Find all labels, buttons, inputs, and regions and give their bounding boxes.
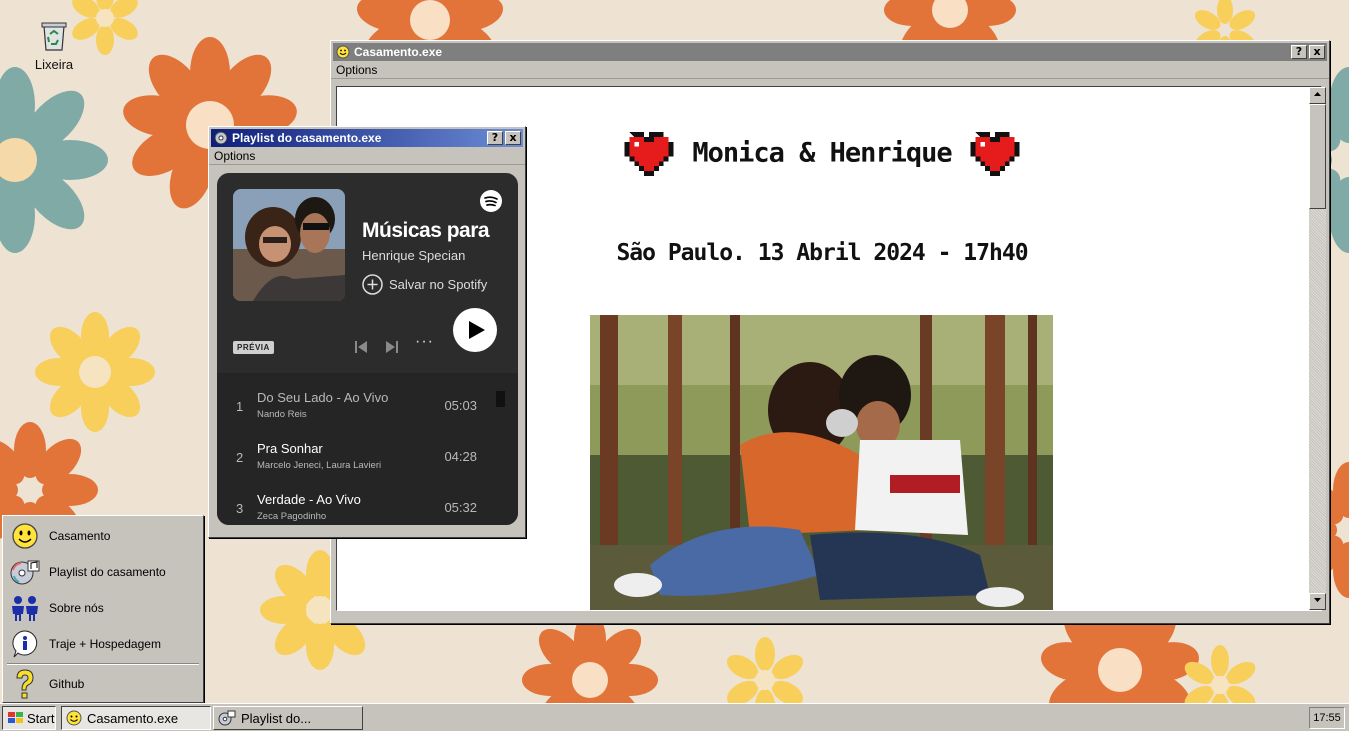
info-icon [12, 630, 38, 658]
track-name: Do Seu Lado - Ao Vivo [257, 390, 389, 405]
recycle-bin-icon [41, 22, 67, 51]
start-menu-label: Casamento [49, 529, 111, 543]
playlist-cover-image[interactable] [233, 189, 345, 301]
track-duration: 05:32 [444, 500, 477, 515]
cd-music-icon [218, 710, 236, 726]
play-icon [469, 321, 485, 339]
track-list: 1 Do Seu Lado - Ao Vivo Nando Reis 05:03… [217, 373, 518, 525]
pixel-heart-icon [624, 132, 674, 176]
scroll-thumb[interactable] [1309, 104, 1326, 209]
main-window-titlebar[interactable]: Casamento.exe ? x [333, 43, 1327, 61]
track-row[interactable]: 1 Do Seu Lado - Ao Vivo Nando Reis 05:03 [217, 373, 497, 423]
help-button[interactable]: ? [487, 131, 503, 145]
plus-circle-icon [362, 274, 383, 295]
help-button[interactable]: ? [1291, 45, 1307, 59]
track-number: 2 [236, 450, 244, 465]
close-button[interactable]: x [505, 131, 521, 145]
start-menu-item-github[interactable]: Github [5, 666, 201, 702]
taskbar: Start Casamento.exe Playlist do... 17:55 [0, 703, 1349, 731]
people-icon [12, 596, 38, 621]
start-menu-label: Playlist do casamento [49, 565, 166, 579]
menu-options[interactable]: Options [331, 61, 1329, 79]
start-menu-separator [7, 663, 199, 665]
start-menu-item-traje-hospedagem[interactable]: Traje + Hospedagem [5, 626, 201, 662]
track-row[interactable]: 2 Pra Sonhar Marcelo Jeneci, Laura Lavie… [217, 424, 497, 474]
question-icon [16, 669, 34, 699]
track-name: Verdade - Ao Vivo [257, 492, 361, 507]
more-options-button[interactable]: ··· [415, 333, 434, 351]
taskbar-button-playlist[interactable]: Playlist do... [213, 706, 363, 730]
pixel-heart-icon [970, 132, 1020, 176]
couple-photo [590, 315, 1053, 610]
tracklist-scroll-thumb[interactable] [496, 391, 505, 407]
start-label: Start [27, 710, 55, 726]
track-number: 3 [236, 501, 244, 516]
window-title: Casamento.exe [354, 45, 443, 59]
smiley-icon [12, 523, 38, 549]
track-artist: Nando Reis [257, 409, 307, 420]
start-menu-item-playlist[interactable]: Playlist do casamento [5, 554, 201, 590]
start-button[interactable]: Start [2, 706, 56, 730]
playlist-window: Playlist do casamento.exe ? x Options Mú… [208, 126, 526, 538]
play-button[interactable] [453, 308, 497, 352]
skip-next-icon[interactable] [385, 340, 399, 354]
cd-music-icon [214, 131, 228, 145]
windows-logo-icon [8, 712, 23, 723]
save-on-spotify-button[interactable]: Salvar no Spotify [362, 274, 487, 295]
window-title: Playlist do casamento.exe [232, 131, 382, 145]
taskbar-button-casamento[interactable]: Casamento.exe [61, 706, 211, 730]
track-artist: Marcelo Jeneci, Laura Lavieri [257, 460, 382, 471]
start-menu-label: Sobre nós [49, 601, 104, 615]
start-menu-label: Traje + Hospedagem [49, 637, 161, 651]
desktop-icon-recycle-bin[interactable]: Lixeira [24, 18, 84, 72]
smiley-icon [336, 45, 350, 59]
track-duration: 04:28 [444, 449, 477, 464]
skip-previous-icon[interactable] [354, 340, 368, 354]
playlist-title[interactable]: Músicas para [362, 219, 490, 243]
track-name: Pra Sonhar [257, 441, 323, 456]
start-menu-item-casamento[interactable]: Casamento [5, 518, 201, 554]
preview-badge: PRÉVIA [233, 341, 274, 354]
start-menu: Casamento Playlist do casamento Sobre nó… [2, 515, 204, 703]
couple-names: Monica & Henrique [692, 137, 952, 169]
track-row[interactable]: 3 Verdade - Ao Vivo Zeca Pagodinho 05:32 [217, 475, 497, 525]
spotify-embed-player: Músicas para Henrique Specian Salvar no … [217, 173, 518, 525]
start-menu-item-sobre-nos[interactable]: Sobre nós [5, 590, 201, 626]
track-number: 1 [236, 399, 244, 414]
desktop-icon-label: Lixeira [34, 57, 74, 72]
cd-music-icon [10, 560, 40, 585]
track-duration: 05:03 [444, 398, 477, 413]
smiley-icon [66, 710, 82, 726]
taskbar-button-label: Casamento.exe [87, 710, 179, 726]
main-vertical-scrollbar[interactable] [1309, 87, 1326, 610]
track-artist: Zeca Pagodinho [257, 511, 327, 522]
scroll-up-button[interactable] [1309, 87, 1326, 104]
playlist-owner[interactable]: Henrique Specian [362, 248, 465, 263]
menu-options[interactable]: Options [209, 147, 525, 165]
close-button[interactable]: x [1309, 45, 1325, 59]
playlist-window-titlebar[interactable]: Playlist do casamento.exe ? x [211, 129, 523, 147]
scroll-down-button[interactable] [1309, 593, 1326, 610]
spotify-logo-icon[interactable] [480, 190, 502, 212]
taskbar-clock: 17:55 [1309, 707, 1345, 729]
save-label: Salvar no Spotify [389, 277, 488, 292]
start-menu-label: Github [49, 677, 85, 691]
taskbar-button-label: Playlist do... [241, 710, 312, 726]
